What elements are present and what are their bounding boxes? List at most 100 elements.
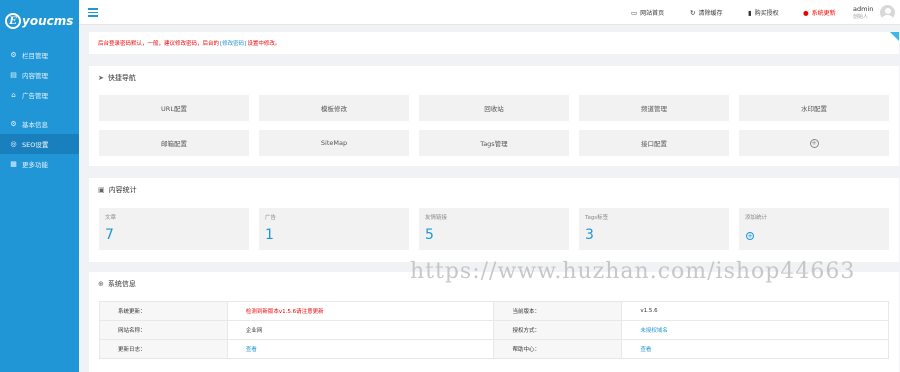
stats-title: ▣ 内容统计	[98, 185, 137, 195]
topbar: ▭ 网站首页 ↻ 清除缓存 ▮ 购买授权 ● 系统更新 admin 创始人	[79, 0, 900, 25]
alert-icon: ●	[803, 8, 809, 17]
sidebar-item-label: 内容管理	[22, 72, 48, 80]
table-row: 网站名称： 企业网 授权方式： 未授权域名	[99, 320, 889, 340]
sidebar-item-content[interactable]: ▤ 内容管理	[0, 65, 79, 85]
sysinfo-title: ⊕ 系统信息	[98, 279, 136, 289]
sidebar-item-ads[interactable]: ⌂ 广告管理	[0, 85, 79, 105]
quick-recycle-bin[interactable]: 回收站	[419, 95, 569, 121]
sidebar-item-label: 基本信息	[22, 121, 48, 129]
sidebar-item-label: SEO设置	[22, 141, 49, 149]
user-name: admin	[853, 5, 874, 13]
info-icon: ⊕	[98, 280, 104, 288]
plus-circle-icon: +	[746, 231, 754, 240]
stats-title-text: 内容统计	[108, 186, 137, 194]
document-icon: ▤	[10, 71, 17, 79]
sidebar-item-basic-info[interactable]: ⚙ 基本信息	[0, 114, 79, 134]
sidebar-item-seo[interactable]: ◎ SEO设置	[0, 134, 79, 154]
stat-card-articles[interactable]: 文章 7	[99, 208, 249, 250]
watermark-text: https://www.huzhan.com/ishop44663	[410, 259, 856, 284]
quick-watermark-config[interactable]: 水印配置	[739, 95, 889, 121]
info-key: 更新日志：	[99, 339, 228, 359]
home-link[interactable]: ▭ 网站首页	[631, 8, 665, 18]
table-row: 系统更新： 检测到新版本v1.5.6请注意更新 当前版本： v1.5.6	[99, 301, 889, 321]
notice-bar: 后台登录密码默认，一般，建议修改密码，后台的 [修改密码] 设置中修改。	[89, 32, 899, 54]
quick-nav-title: ➤ 快捷导航	[98, 73, 136, 83]
help-center-link[interactable]: 查看	[621, 339, 889, 359]
sidebar: E youcms ⚙ 栏目管理 ▤ 内容管理 ⌂ 广告管理 ⚙ 基本信息 ◎ S…	[0, 0, 79, 372]
corner-ribbon	[890, 32, 899, 41]
refresh-icon: ↻	[690, 8, 696, 17]
stat-value: 1	[265, 227, 274, 243]
avatar[interactable]	[880, 5, 895, 20]
sidebar-item-label: 更多功能	[22, 161, 48, 169]
license-link[interactable]: 未授权域名	[621, 320, 889, 340]
info-key: 系统更新：	[99, 301, 228, 321]
grid-icon: ▦	[10, 160, 17, 168]
stat-label: 友情链接	[425, 215, 448, 221]
quick-sitemap[interactable]: SiteMap	[259, 130, 409, 156]
sidebar-item-label: 栏目管理	[22, 52, 48, 60]
update-available-link[interactable]: 检测到新版本v1.5.6请注意更新	[226, 301, 495, 321]
clear-cache-link[interactable]: ↻ 清除缓存	[690, 8, 723, 18]
stat-card-links[interactable]: 友情链接 5	[419, 208, 569, 250]
system-info-panel: ⊕ 系统信息 系统更新： 检测到新版本v1.5.6请注意更新 当前版本： v1.…	[89, 272, 899, 372]
logo[interactable]: E youcms	[0, 0, 79, 42]
system-info-table: 系统更新： 检测到新版本v1.5.6请注意更新 当前版本： v1.5.6 网站名…	[99, 301, 889, 359]
quick-email-config[interactable]: 邮箱配置	[99, 130, 249, 156]
changelog-link[interactable]: 查看	[226, 339, 495, 359]
info-value: v1.5.6	[621, 301, 889, 321]
stat-label: 添加统计	[745, 215, 768, 221]
quick-nav-title-text: 快捷导航	[107, 74, 136, 82]
info-value: 企业网	[226, 320, 495, 340]
sidebar-item-label: 广告管理	[22, 92, 48, 100]
sidebar-item-columns[interactable]: ⚙ 栏目管理	[0, 45, 79, 65]
change-password-link[interactable]: [修改密码]	[220, 39, 246, 47]
content-stats-panel: ▣ 内容统计 文章 7 广告 1 友情链接 5 Tags标签 3 添加统计 +	[89, 178, 899, 262]
sidebar-item-more[interactable]: ▦ 更多功能	[0, 154, 79, 174]
clear-cache-label: 清除缓存	[698, 10, 723, 17]
quick-nav-panel: ➤ 快捷导航 URL配置 模板修改 回收站 频道管理 水印配置 邮箱配置 Sit…	[89, 66, 899, 166]
stat-card-tags[interactable]: Tags标签 3	[579, 208, 729, 250]
globe-icon: ◎	[10, 140, 17, 148]
notice-text-end: 设置中修改。	[247, 41, 281, 47]
buy-license-link[interactable]: ▮ 购买授权	[748, 8, 779, 18]
stat-label: 文章	[105, 215, 117, 221]
home-link-label: 网站首页	[640, 10, 665, 17]
info-key: 授权方式：	[493, 320, 623, 340]
menu-toggle-icon[interactable]	[88, 8, 98, 17]
buy-license-label: 购买授权	[754, 10, 779, 17]
info-key: 当前版本：	[493, 301, 623, 321]
logo-text: youcms	[22, 14, 74, 28]
stat-label: 广告	[265, 215, 277, 221]
quick-api-config[interactable]: 接口配置	[579, 130, 729, 156]
user-role: 创始人	[853, 14, 869, 20]
stat-card-add[interactable]: 添加统计 +	[739, 208, 889, 250]
bookmark-icon: ▮	[748, 8, 752, 17]
chart-icon: ▣	[98, 186, 105, 194]
sitemap-icon: ⚙	[10, 51, 17, 59]
stat-value: 5	[425, 227, 434, 243]
send-icon: ➤	[98, 74, 104, 82]
quick-template-edit[interactable]: 模板修改	[259, 95, 409, 121]
quick-add-button[interactable]: +	[739, 130, 889, 156]
table-row: 更新日志： 查看 帮助中心： 查看	[99, 339, 889, 359]
notice-text: 后台登录密码默认，一般，建议修改密码，后台的	[98, 41, 220, 47]
stat-value: 7	[105, 227, 114, 243]
quick-channel-manage[interactable]: 频道管理	[579, 95, 729, 121]
info-key: 网站名称：	[99, 320, 228, 340]
quick-tags-manage[interactable]: Tags管理	[419, 130, 569, 156]
info-key: 帮助中心：	[493, 339, 623, 359]
system-update-link[interactable]: ● 系统更新	[803, 8, 836, 18]
megaphone-icon: ⌂	[11, 91, 16, 99]
monitor-icon: ▭	[631, 8, 638, 17]
stat-value: 3	[585, 227, 594, 243]
plus-circle-icon: +	[809, 138, 819, 148]
sysinfo-title-text: 系统信息	[107, 280, 136, 288]
quick-url-config[interactable]: URL配置	[99, 95, 249, 121]
stat-card-ads[interactable]: 广告 1	[259, 208, 409, 250]
stat-label: Tags标签	[585, 215, 609, 221]
user-menu[interactable]: admin 创始人	[853, 5, 873, 21]
logo-mark: E	[5, 13, 21, 29]
gear-icon: ⚙	[10, 120, 17, 128]
system-update-label: 系统更新	[811, 10, 836, 17]
